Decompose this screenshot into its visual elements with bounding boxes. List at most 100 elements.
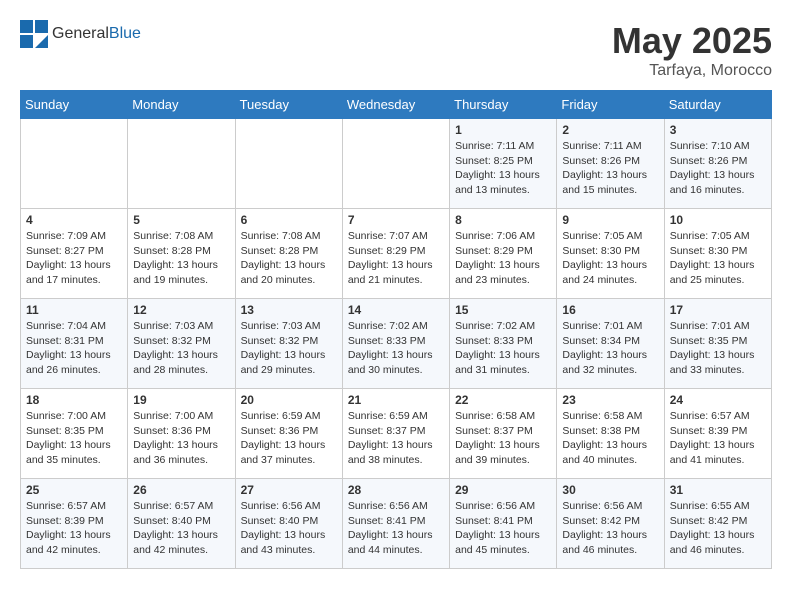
calendar-cell: 11 Sunrise: 7:04 AM Sunset: 8:31 PM Dayli… xyxy=(21,299,128,389)
day-number: 22 xyxy=(455,393,551,407)
day-content: Sunrise: 6:57 AM Sunset: 8:39 PM Dayligh… xyxy=(670,409,766,468)
calendar-cell: 3 Sunrise: 7:10 AM Sunset: 8:26 PM Daylig… xyxy=(664,119,771,209)
calendar-cell: 25Sunrise: 6:57 AM Sunset: 8:39 PM Dayli… xyxy=(21,479,128,569)
day-number: 16 xyxy=(562,303,658,317)
day-number: 24 xyxy=(670,393,766,407)
calendar-cell: 26 Sunrise: 6:57 AM Sunset: 8:40 PM Dayli… xyxy=(128,479,235,569)
header-friday: Friday xyxy=(557,91,664,119)
day-number: 19 xyxy=(133,393,229,407)
calendar-cell: 31Sunrise: 6:55 AM Sunset: 8:42 PM Dayli… xyxy=(664,479,771,569)
day-content: Sunrise: 7:08 AM Sunset: 8:28 PM Dayligh… xyxy=(241,229,337,288)
calendar-cell xyxy=(21,119,128,209)
day-number: 8 xyxy=(455,213,551,227)
day-number: 10 xyxy=(670,213,766,227)
day-number: 14 xyxy=(348,303,444,317)
calendar-cell: 7Sunrise: 7:07 AM Sunset: 8:29 PM Daylig… xyxy=(342,209,449,299)
calendar-cell: 24 Sunrise: 6:57 AM Sunset: 8:39 PM Dayli… xyxy=(664,389,771,479)
calendar-cell: 17 Sunrise: 7:01 AM Sunset: 8:35 PM Dayli… xyxy=(664,299,771,389)
day-content: Sunrise: 7:00 AM Sunset: 8:35 PM Dayligh… xyxy=(26,409,122,468)
day-number: 1 xyxy=(455,123,551,137)
calendar-cell: 30 Sunrise: 6:56 AM Sunset: 8:42 PM Dayli… xyxy=(557,479,664,569)
day-number: 17 xyxy=(670,303,766,317)
header-monday: Monday xyxy=(128,91,235,119)
calendar-week-row: 18Sunrise: 7:00 AM Sunset: 8:35 PM Dayli… xyxy=(21,389,772,479)
day-number: 20 xyxy=(241,393,337,407)
logo: GeneralBlue xyxy=(20,20,141,48)
day-number: 27 xyxy=(241,483,337,497)
header-wednesday: Wednesday xyxy=(342,91,449,119)
header-saturday: Saturday xyxy=(664,91,771,119)
calendar-title: May 2025 xyxy=(612,20,772,62)
calendar-cell: 18Sunrise: 7:00 AM Sunset: 8:35 PM Dayli… xyxy=(21,389,128,479)
day-number: 9 xyxy=(562,213,658,227)
calendar-cell: 22 Sunrise: 6:58 AM Sunset: 8:37 PM Dayli… xyxy=(450,389,557,479)
title-block: May 2025 Tarfaya, Morocco xyxy=(612,20,772,80)
calendar-cell: 8 Sunrise: 7:06 AM Sunset: 8:29 PM Daylig… xyxy=(450,209,557,299)
day-content: Sunrise: 6:58 AM Sunset: 8:37 PM Dayligh… xyxy=(455,409,551,468)
calendar-cell: 13 Sunrise: 7:03 AM Sunset: 8:32 PM Dayli… xyxy=(235,299,342,389)
day-number: 12 xyxy=(133,303,229,317)
header-tuesday: Tuesday xyxy=(235,91,342,119)
day-content: Sunrise: 7:00 AM Sunset: 8:36 PM Dayligh… xyxy=(133,409,229,468)
calendar-cell: 14Sunrise: 7:02 AM Sunset: 8:33 PM Dayli… xyxy=(342,299,449,389)
day-number: 30 xyxy=(562,483,658,497)
day-number: 7 xyxy=(348,213,444,227)
page-header: GeneralBlue May 2025 Tarfaya, Morocco xyxy=(20,20,772,80)
day-content: Sunrise: 7:03 AM Sunset: 8:32 PM Dayligh… xyxy=(241,319,337,378)
logo-blue-text: Blue xyxy=(109,25,141,42)
calendar-cell: 1 Sunrise: 7:11 AM Sunset: 8:25 PM Daylig… xyxy=(450,119,557,209)
calendar-cell: 6 Sunrise: 7:08 AM Sunset: 8:28 PM Daylig… xyxy=(235,209,342,299)
day-number: 5 xyxy=(133,213,229,227)
day-number: 26 xyxy=(133,483,229,497)
calendar-cell: 28Sunrise: 6:56 AM Sunset: 8:41 PM Dayli… xyxy=(342,479,449,569)
calendar-cell: 15Sunrise: 7:02 AM Sunset: 8:33 PM Dayli… xyxy=(450,299,557,389)
calendar-week-row: 11 Sunrise: 7:04 AM Sunset: 8:31 PM Dayli… xyxy=(21,299,772,389)
calendar-cell xyxy=(235,119,342,209)
calendar-cell: 23Sunrise: 6:58 AM Sunset: 8:38 PM Dayli… xyxy=(557,389,664,479)
calendar-cell: 2Sunrise: 7:11 AM Sunset: 8:26 PM Daylig… xyxy=(557,119,664,209)
calendar-header-row: SundayMondayTuesdayWednesdayThursdayFrid… xyxy=(21,91,772,119)
day-content: Sunrise: 7:06 AM Sunset: 8:29 PM Dayligh… xyxy=(455,229,551,288)
day-number: 4 xyxy=(26,213,122,227)
day-number: 13 xyxy=(241,303,337,317)
day-number: 25 xyxy=(26,483,122,497)
day-content: Sunrise: 7:04 AM Sunset: 8:31 PM Dayligh… xyxy=(26,319,122,378)
day-content: Sunrise: 6:59 AM Sunset: 8:36 PM Dayligh… xyxy=(241,409,337,468)
day-number: 23 xyxy=(562,393,658,407)
day-content: Sunrise: 7:03 AM Sunset: 8:32 PM Dayligh… xyxy=(133,319,229,378)
calendar-week-row: 1 Sunrise: 7:11 AM Sunset: 8:25 PM Daylig… xyxy=(21,119,772,209)
day-content: Sunrise: 7:09 AM Sunset: 8:27 PM Dayligh… xyxy=(26,229,122,288)
calendar-cell: 10 Sunrise: 7:05 AM Sunset: 8:30 PM Dayli… xyxy=(664,209,771,299)
calendar-location: Tarfaya, Morocco xyxy=(612,62,772,80)
logo-icon xyxy=(20,20,48,48)
calendar-cell: 27 Sunrise: 6:56 AM Sunset: 8:40 PM Dayli… xyxy=(235,479,342,569)
day-content: Sunrise: 7:08 AM Sunset: 8:28 PM Dayligh… xyxy=(133,229,229,288)
day-content: Sunrise: 7:11 AM Sunset: 8:26 PM Dayligh… xyxy=(562,139,658,198)
calendar-week-row: 4 Sunrise: 7:09 AM Sunset: 8:27 PM Daylig… xyxy=(21,209,772,299)
day-content: Sunrise: 6:56 AM Sunset: 8:40 PM Dayligh… xyxy=(241,499,337,558)
day-number: 21 xyxy=(348,393,444,407)
calendar-cell: 20 Sunrise: 6:59 AM Sunset: 8:36 PM Dayli… xyxy=(235,389,342,479)
calendar-cell xyxy=(342,119,449,209)
day-content: Sunrise: 6:59 AM Sunset: 8:37 PM Dayligh… xyxy=(348,409,444,468)
header-sunday: Sunday xyxy=(21,91,128,119)
day-content: Sunrise: 6:56 AM Sunset: 8:41 PM Dayligh… xyxy=(455,499,551,558)
calendar-table: SundayMondayTuesdayWednesdayThursdayFrid… xyxy=(20,90,772,569)
day-content: Sunrise: 7:10 AM Sunset: 8:26 PM Dayligh… xyxy=(670,139,766,198)
day-content: Sunrise: 6:57 AM Sunset: 8:40 PM Dayligh… xyxy=(133,499,229,558)
day-content: Sunrise: 7:01 AM Sunset: 8:34 PM Dayligh… xyxy=(562,319,658,378)
day-content: Sunrise: 7:05 AM Sunset: 8:30 PM Dayligh… xyxy=(670,229,766,288)
day-number: 6 xyxy=(241,213,337,227)
day-content: Sunrise: 6:56 AM Sunset: 8:42 PM Dayligh… xyxy=(562,499,658,558)
logo-general-text: General xyxy=(52,25,109,42)
day-content: Sunrise: 7:11 AM Sunset: 8:25 PM Dayligh… xyxy=(455,139,551,198)
day-content: Sunrise: 6:56 AM Sunset: 8:41 PM Dayligh… xyxy=(348,499,444,558)
calendar-cell: 5 Sunrise: 7:08 AM Sunset: 8:28 PM Daylig… xyxy=(128,209,235,299)
day-content: Sunrise: 7:01 AM Sunset: 8:35 PM Dayligh… xyxy=(670,319,766,378)
header-thursday: Thursday xyxy=(450,91,557,119)
calendar-cell: 21 Sunrise: 6:59 AM Sunset: 8:37 PM Dayli… xyxy=(342,389,449,479)
day-number: 3 xyxy=(670,123,766,137)
day-number: 29 xyxy=(455,483,551,497)
day-number: 11 xyxy=(26,303,122,317)
day-content: Sunrise: 6:55 AM Sunset: 8:42 PM Dayligh… xyxy=(670,499,766,558)
